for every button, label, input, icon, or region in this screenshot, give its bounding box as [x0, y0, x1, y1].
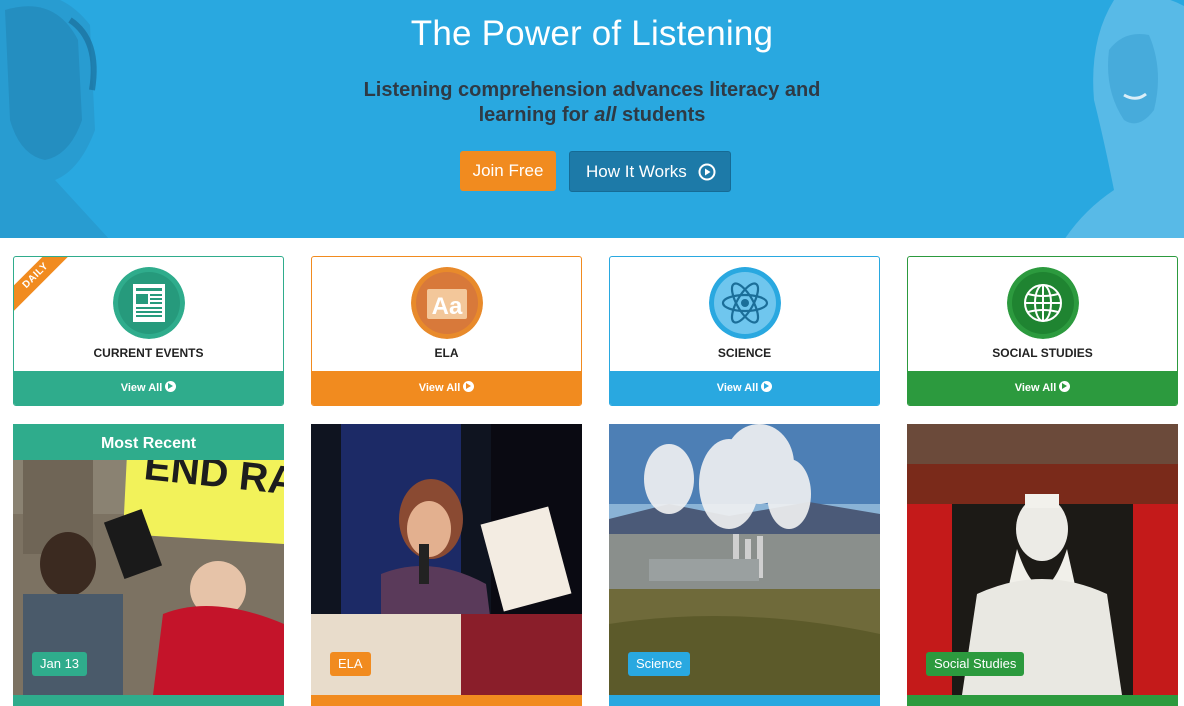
play-circle-icon — [698, 163, 716, 181]
tile-social-studies[interactable]: Social Studies — [907, 424, 1178, 706]
category-card-ela[interactable]: Aa ELA View All — [311, 256, 582, 406]
how-it-works-button[interactable]: How It Works — [569, 151, 731, 192]
view-all-ela[interactable]: View All — [312, 371, 581, 405]
category-label: SCIENCE — [717, 346, 772, 360]
most-recent-header: Most Recent — [13, 424, 284, 460]
hero-title: The Power of Listening — [410, 14, 774, 53]
hero-subtitle-line2: learning for all students — [0, 103, 1184, 128]
hero-banner: The Power of Listening Listening compreh… — [0, 0, 1184, 238]
category-label: SOCIAL STUDIES — [992, 346, 1093, 360]
tile-color-strip — [609, 695, 880, 706]
view-all-label: View All — [120, 382, 163, 394]
subject-badge: Science — [628, 652, 691, 676]
category-card-social-studies[interactable]: SOCIAL STUDIES View All — [907, 256, 1178, 406]
tile-color-strip — [311, 695, 582, 706]
category-card-current-events[interactable]: DAILY CURRENT EVENTS View All — [13, 256, 284, 406]
tile-most-recent[interactable]: END RACISM Most Recent Jan 13 — [13, 424, 284, 706]
arrow-circle-icon — [463, 381, 475, 392]
arrow-circle-icon — [165, 381, 177, 392]
tile-color-strip — [907, 695, 1178, 706]
hero-subtitle-pre: learning for — [478, 104, 595, 126]
arrow-circle-icon — [761, 381, 773, 392]
view-all-social-studies[interactable]: View All — [908, 371, 1177, 405]
daily-ribbon: DAILY — [14, 257, 78, 318]
category-label: CURRENT EVENTS — [93, 346, 204, 360]
view-all-current-events[interactable]: View All — [14, 371, 283, 405]
tile-color-strip — [13, 695, 284, 706]
letters-aa-icon: Aa — [411, 267, 483, 339]
hero-subtitle-emphasis: all — [594, 104, 617, 126]
globe-icon — [1007, 267, 1079, 339]
view-all-label: View All — [1014, 382, 1057, 394]
arrow-circle-icon — [1059, 381, 1071, 392]
hero-subtitle-post: students — [616, 104, 706, 126]
tile-ela[interactable]: ELA — [311, 424, 582, 706]
atom-icon — [709, 267, 781, 339]
date-badge: Jan 13 — [32, 652, 88, 676]
join-free-button[interactable]: Join Free — [460, 151, 556, 191]
subject-badge: ELA — [330, 652, 371, 676]
how-it-works-label: How It Works — [586, 162, 687, 181]
hero-subtitle-line1: Listening comprehension advances literac… — [363, 79, 821, 101]
category-card-science[interactable]: SCIENCE View All — [609, 256, 880, 406]
view-all-label: View All — [716, 382, 759, 394]
view-all-label: View All — [418, 382, 461, 394]
ela-icon-text: Aa — [432, 293, 463, 320]
category-label: ELA — [434, 346, 459, 360]
newspaper-icon — [113, 267, 185, 339]
hero-subtitle: Listening comprehension advances literac… — [0, 78, 1184, 128]
subject-badge: Social Studies — [926, 652, 1025, 676]
tile-science[interactable]: Science — [609, 424, 880, 706]
view-all-science[interactable]: View All — [610, 371, 879, 405]
